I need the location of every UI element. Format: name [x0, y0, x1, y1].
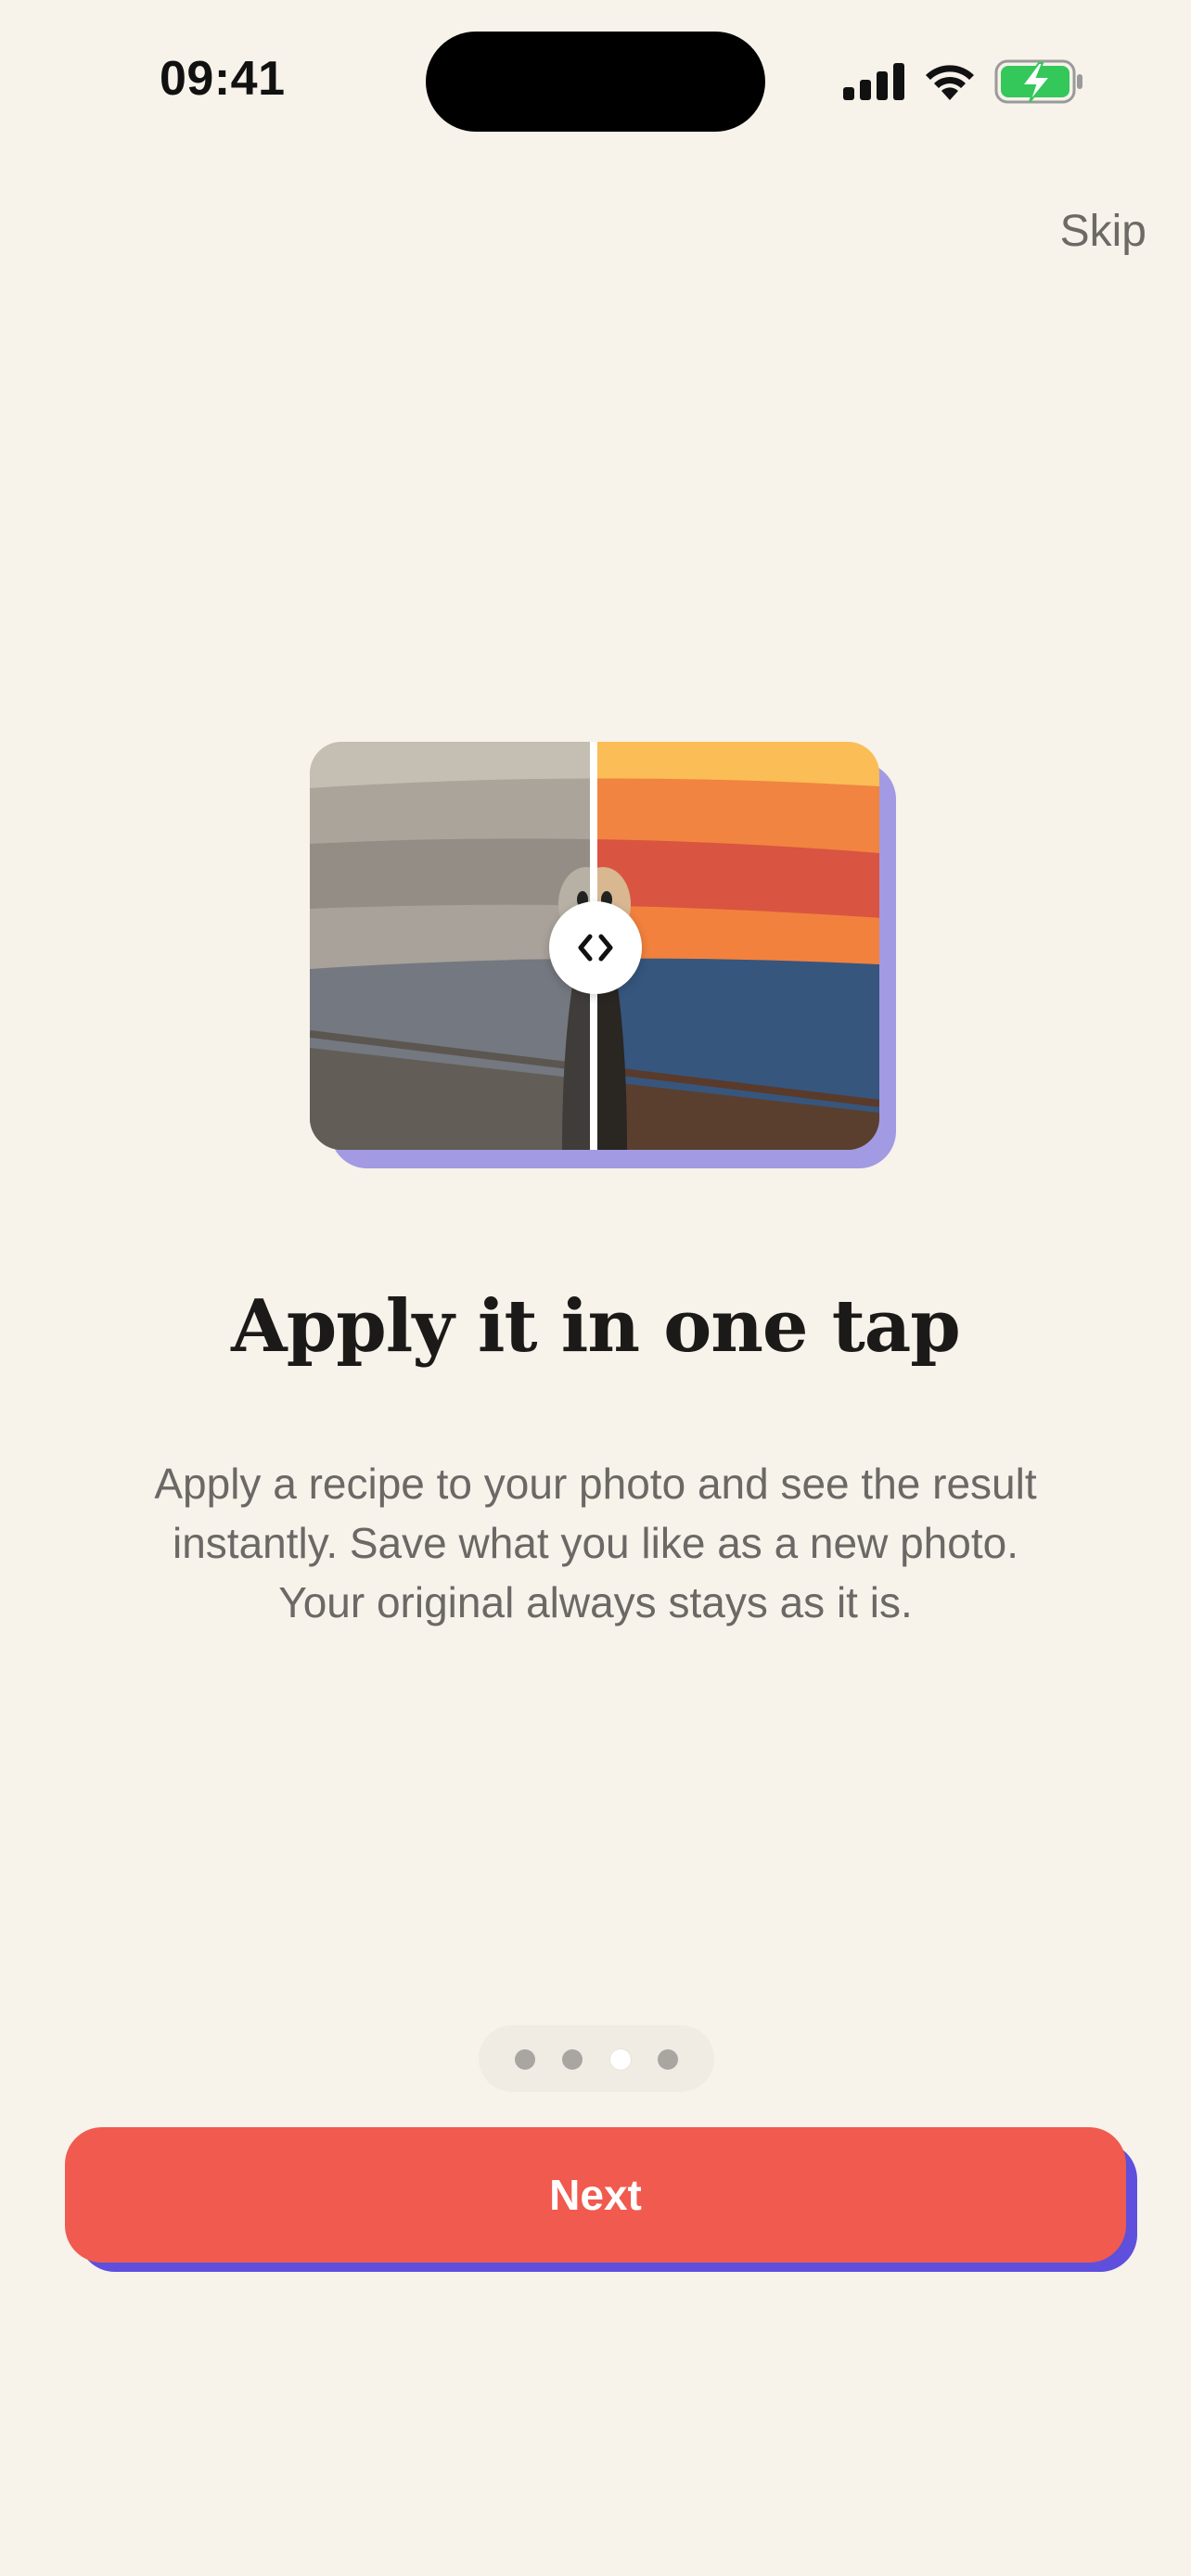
status-time: 09:41 [160, 52, 286, 106]
onboarding-title: Apply it in one tap [231, 1284, 961, 1369]
description-line: Apply a recipe to your photo and see the… [154, 1460, 1037, 1508]
wifi-icon [926, 65, 974, 100]
onboarding-description: Apply a recipe to your photo and see the… [93, 1454, 1098, 1632]
page-dot-1[interactable] [515, 2049, 535, 2070]
page-dot-3-active[interactable] [610, 2049, 631, 2070]
status-bar: 09:41 [0, 0, 1191, 158]
next-button[interactable]: Next [65, 2127, 1126, 2263]
page-dot-4[interactable] [658, 2049, 678, 2070]
skip-button[interactable]: Skip [1060, 206, 1146, 257]
battery-charging-icon [994, 59, 1082, 104]
chevron-left-right-icon [578, 934, 613, 962]
description-line: instantly. Save what you like as a new p… [172, 1519, 1018, 1567]
compare-slider-handle[interactable] [549, 901, 642, 994]
description-line: Your original always stays as it is. [278, 1578, 913, 1626]
page-dot-2[interactable] [562, 2049, 583, 2070]
page-indicator [479, 2025, 714, 2092]
dynamic-island [426, 32, 765, 132]
cellular-signal-icon [843, 63, 904, 100]
